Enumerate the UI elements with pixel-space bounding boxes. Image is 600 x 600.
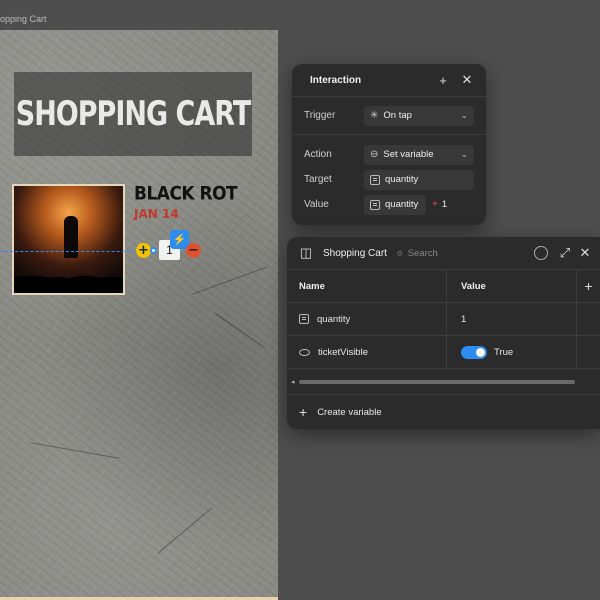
increment-button[interactable]: + bbox=[136, 243, 151, 258]
interaction-panel: Interaction + ✕ Trigger ✳ On tap ⌄ Actio… bbox=[292, 64, 486, 225]
value-operator: + bbox=[432, 199, 438, 210]
set-variable-icon: ⊖ bbox=[370, 149, 379, 160]
decrement-button[interactable]: − bbox=[186, 243, 201, 258]
action-label: Action bbox=[304, 149, 332, 160]
frame-label[interactable]: opping Cart bbox=[0, 14, 47, 24]
target-label: Target bbox=[304, 174, 332, 185]
table-row[interactable]: ticketVisible True bbox=[287, 336, 600, 369]
variable-name[interactable]: ticketVisible bbox=[318, 347, 368, 358]
shopping-cart-frame[interactable]: SHOPPING CART BLACK ROT JAN 14 + 1 ⚡ − bbox=[0, 30, 278, 600]
search-field[interactable]: ○ Search bbox=[397, 243, 528, 263]
trigger-label: Trigger bbox=[304, 110, 336, 121]
concert-poster-image[interactable] bbox=[12, 184, 125, 295]
variables-table: Name Value + quantity 1 ticketVisible Tr… bbox=[287, 270, 600, 429]
boolean-toggle[interactable] bbox=[461, 345, 487, 359]
value-row: Value quantity + 1 bbox=[292, 192, 486, 217]
chevron-down-icon: ⌄ bbox=[460, 149, 468, 159]
cart-title: SHOPPING CART bbox=[15, 94, 251, 134]
scroll-left-icon[interactable]: ◂ bbox=[291, 378, 295, 386]
trigger-select[interactable]: ✳ On tap ⌄ bbox=[364, 105, 474, 126]
variable-value[interactable]: 1 bbox=[461, 314, 466, 325]
value-field[interactable]: quantity bbox=[364, 194, 426, 215]
variables-panel: ◫ Shopping Cart ○ Search ⤢ ✕ Name Value … bbox=[287, 237, 600, 429]
column-header-name[interactable]: Name bbox=[287, 270, 447, 302]
event-date: JAN 14 bbox=[134, 207, 179, 221]
variable-name[interactable]: quantity bbox=[317, 314, 350, 325]
search-icon: ○ bbox=[396, 247, 403, 259]
search-placeholder: Search bbox=[407, 247, 438, 259]
table-header: Name Value + bbox=[287, 270, 600, 303]
interaction-panel-header: Interaction + ✕ bbox=[292, 64, 486, 96]
action-value: Set variable bbox=[383, 149, 434, 160]
target-value: quantity bbox=[385, 174, 419, 185]
variable-icon bbox=[370, 199, 380, 210]
variable-value: True bbox=[494, 346, 514, 358]
variables-panel-title: Shopping Cart bbox=[323, 247, 387, 259]
trigger-row: Trigger ✳ On tap ⌄ bbox=[292, 103, 486, 128]
close-icon[interactable]: ✕ bbox=[460, 72, 474, 87]
interaction-connector bbox=[0, 251, 140, 252]
band-name: BLACK ROT bbox=[134, 183, 238, 205]
column-header-value[interactable]: Value bbox=[447, 270, 577, 302]
variable-icon bbox=[299, 314, 309, 324]
target-field[interactable]: quantity bbox=[364, 169, 474, 190]
interaction-panel-title: Interaction bbox=[310, 74, 362, 86]
close-icon[interactable]: ✕ bbox=[578, 245, 592, 260]
sparkle-icon: ✳ bbox=[370, 110, 379, 121]
scrollbar-thumb[interactable] bbox=[298, 379, 575, 384]
value-operand[interactable]: 1 bbox=[442, 199, 447, 210]
chevron-down-icon: ⌄ bbox=[460, 110, 468, 120]
create-variable-label: Create variable bbox=[317, 406, 382, 418]
add-icon: + bbox=[299, 404, 308, 420]
expand-icon[interactable]: ⤢ bbox=[558, 245, 572, 260]
eye-icon bbox=[299, 348, 310, 356]
title-plate: SHOPPING CART bbox=[14, 72, 252, 156]
action-select[interactable]: ⊖ Set variable ⌄ bbox=[364, 144, 474, 165]
target-row: Target quantity bbox=[292, 167, 486, 192]
variables-panel-header: ◫ Shopping Cart ○ Search ⤢ ✕ bbox=[287, 237, 600, 269]
action-row: Action ⊖ Set variable ⌄ bbox=[292, 142, 486, 167]
connector-dot bbox=[150, 247, 157, 254]
add-column-icon[interactable]: + bbox=[577, 270, 600, 302]
filter-icon[interactable] bbox=[534, 246, 548, 260]
create-variable-button[interactable]: + Create variable bbox=[287, 395, 600, 429]
variable-icon bbox=[370, 174, 380, 185]
horizontal-scrollbar[interactable]: ◂ bbox=[287, 369, 600, 395]
add-icon[interactable]: + bbox=[436, 73, 450, 88]
panel-layout-icon[interactable]: ◫ bbox=[299, 245, 313, 260]
value-label: Value bbox=[304, 199, 329, 210]
trigger-value: On tap bbox=[383, 110, 412, 121]
value-variable: quantity bbox=[385, 199, 419, 210]
table-row[interactable]: quantity 1 bbox=[287, 303, 600, 336]
